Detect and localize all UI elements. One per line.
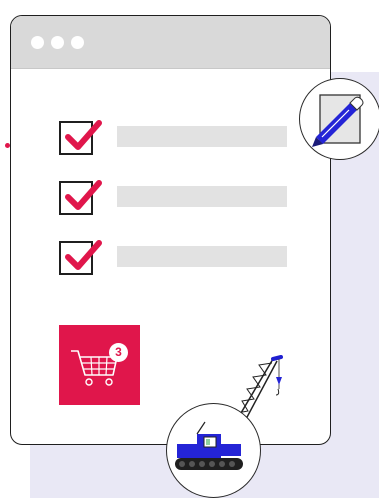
checkbox-1[interactable] — [59, 120, 102, 155]
crane-badge — [166, 403, 261, 498]
crawler-crane-icon — [175, 421, 243, 470]
window-control-dot[interactable] — [71, 36, 84, 49]
window-control-dot[interactable] — [51, 36, 64, 49]
checkbox-3[interactable] — [59, 240, 102, 275]
checkbox-2[interactable] — [59, 180, 102, 215]
check-icon — [65, 180, 102, 210]
checklist-bar-1 — [117, 126, 287, 147]
window-control-dot[interactable] — [31, 36, 44, 49]
checklist-bar-3 — [117, 246, 287, 267]
window-titlebar — [11, 16, 330, 69]
pen-on-paper-icon — [312, 94, 364, 147]
check-icon — [65, 120, 102, 150]
shopping-cart-icon — [71, 350, 118, 386]
check-icon — [65, 240, 102, 270]
cart-count-badge: 3 — [109, 343, 128, 362]
cart-button[interactable]: 3 — [59, 325, 140, 405]
edit-badge[interactable] — [299, 78, 379, 160]
checklist-bar-2 — [117, 186, 287, 207]
